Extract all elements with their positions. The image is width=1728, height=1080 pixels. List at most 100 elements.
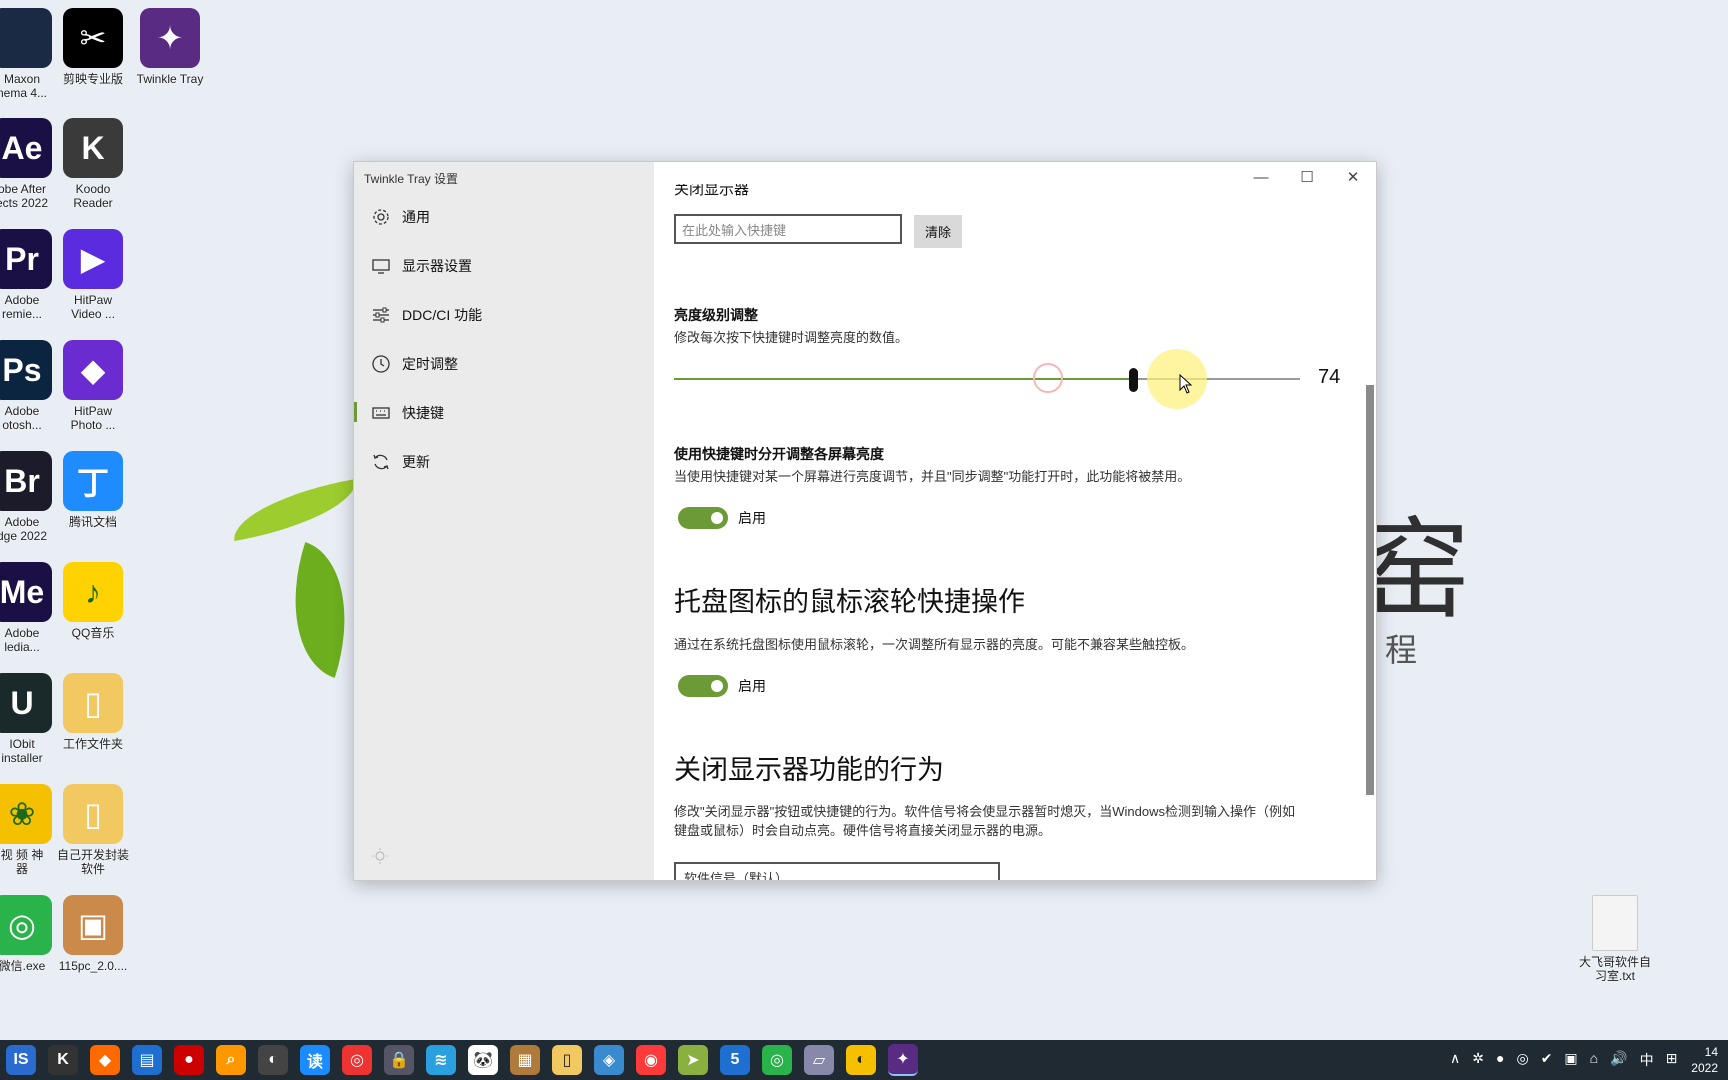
taskbar-app-icon[interactable]: ◆ (90, 1045, 120, 1075)
taskbar-app-icon[interactable]: ✦ (888, 1044, 918, 1076)
taskbar-app-icon[interactable]: ◐ (846, 1045, 876, 1075)
sidebar-item-label: 更新 (402, 453, 430, 470)
tray-icon[interactable]: 🔊 (1610, 1050, 1627, 1070)
separate-desc: 当使用快捷键对某一个屏幕进行亮度调节，并且"同步调整"功能打开时，此功能将被禁用… (674, 469, 1191, 484)
taskbar-app-icon[interactable]: ≋ (426, 1045, 456, 1075)
wallpaper-leaf (227, 479, 363, 541)
taskbar-app-icon[interactable]: K (48, 1045, 78, 1075)
tray-icon[interactable]: ▣ (1564, 1050, 1577, 1070)
taskbar-app-icon[interactable]: 🐼 (468, 1045, 498, 1075)
brightness-desc: 修改每次按下快捷键时调整亮度的数值。 (674, 330, 909, 345)
hotkey-input[interactable]: 在此处输入快捷键 (674, 214, 902, 244)
tray-icons: ∧ ✲ ● ◎ ✔ ▣ ⌂ 🔊 中 ⊞ (1444, 1050, 1683, 1070)
tray-icon[interactable]: ∧ (1450, 1050, 1460, 1070)
app-icon: ◆ (63, 340, 123, 400)
taskbar-app-icon[interactable]: ⌕ (216, 1045, 246, 1075)
app-icon: ▣ (63, 895, 123, 955)
app-icon: Br (0, 451, 52, 511)
taskbar-app-icon[interactable]: ▱ (804, 1045, 834, 1075)
app-icon: U (0, 673, 52, 733)
desktop-icon[interactable]: ▯ 自己开发封装 软件 (53, 784, 133, 876)
system-tray: ∧ ✲ ● ◎ ✔ ▣ ⌂ 🔊 中 ⊞ 14 2022 (1444, 1040, 1718, 1080)
refresh-icon (370, 451, 392, 473)
tray-toggle-row: 启用 (678, 675, 766, 697)
app-icon: ◎ (0, 895, 52, 955)
taskbar-app-icon[interactable]: ➤ (678, 1045, 708, 1075)
brightness-slider-thumb[interactable] (1129, 368, 1138, 392)
section-title-cut: 关闭显示器 (674, 184, 750, 198)
tray-desc: 通过在系统托盘图标使用鼠标滚轮，一次调整所有显示器的亮度。可能不兼容某些触控板。 (674, 637, 1195, 652)
taskbar-app-icon[interactable]: ▦ (510, 1045, 540, 1075)
tray-icon[interactable]: ⊞ (1666, 1050, 1678, 1070)
desktop-icon-label: 自己开发封装 软件 (56, 848, 129, 876)
tray-icon[interactable]: ● (1496, 1050, 1504, 1070)
desktop-icon-label: 115pc_2.0.... (58, 959, 128, 973)
taskbar-app-icon[interactable]: 5 (720, 1045, 750, 1075)
app-icon: ▶ (63, 229, 123, 289)
close-button[interactable]: ✕ (1330, 162, 1376, 192)
desktop-icon[interactable]: ◆ HitPaw Photo ... (53, 340, 133, 432)
taskbar-app-icon[interactable]: ◎ (342, 1045, 372, 1075)
sidebar-item-hotkeys[interactable]: 快捷键 (354, 388, 654, 437)
sidebar-item-schedule[interactable]: 定时调整 (354, 339, 654, 388)
desktop-icon-label: Twinkle Tray (136, 72, 204, 86)
sidebar-item-monitors[interactable]: 显示器设置 (354, 241, 654, 290)
tray-icon[interactable]: ✲ (1472, 1050, 1484, 1070)
settings-window: Twinkle Tray 设置 通用 显示器设置 DDC/CI 功能 定时调整 … (353, 161, 1377, 881)
app-icon: Ae (0, 118, 52, 178)
theme-toggle-icon[interactable] (372, 848, 388, 864)
clock[interactable]: 14 2022 (1691, 1044, 1718, 1076)
tray-toggle[interactable] (678, 675, 728, 697)
content-scrollbar[interactable] (1366, 385, 1374, 795)
desktop-icon[interactable]: ✂ 剪映专业版 (53, 8, 133, 86)
sidebar-item-label: DDC/CI 功能 (402, 306, 483, 323)
app-icon: Ps (0, 340, 52, 400)
desktop-icon[interactable]: ▯ 工作文件夹 (53, 673, 133, 751)
toggle-label: 启用 (738, 510, 766, 526)
desktop-icon[interactable]: 丁腾讯文档 (53, 451, 133, 529)
clock-icon (370, 353, 392, 375)
tray-icon[interactable]: ◎ (1516, 1050, 1528, 1070)
taskbar-app-icon[interactable]: ◉ (636, 1045, 666, 1075)
app-icon (1592, 895, 1638, 951)
taskbar-icons: IS K ◆ ▤ ● ⌕ ◐ 读 ◎ 🔒 ≋ 🐼 ▦ ▯ ◈ ◉ ➤ 5 ◎ ▱ ◐ ✦ (0, 1044, 924, 1076)
sidebar-item-general[interactable]: 通用 (354, 192, 654, 241)
turnoff-desc-line2: 键盘或鼠标）时会自动点亮。硬件信号将直接关闭显示器的电源。 (674, 823, 1052, 838)
desktop-icon-label: Koodo Reader (73, 182, 113, 210)
tray-icon[interactable]: ⌂ (1590, 1050, 1598, 1070)
desktop-icon-label: HitPaw Video ... (71, 293, 115, 321)
desktop-icon-label: 工作文件夹 (62, 737, 123, 751)
app-icon (0, 8, 52, 68)
sidebar: Twinkle Tray 设置 通用 显示器设置 DDC/CI 功能 定时调整 … (354, 162, 654, 880)
taskbar-app-icon[interactable]: ◎ (762, 1045, 792, 1075)
sidebar-item-updates[interactable]: 更新 (354, 437, 654, 486)
window-title: Twinkle Tray 设置 (364, 172, 459, 186)
taskbar-app-icon[interactable]: ▯ (552, 1045, 582, 1075)
taskbar-app-icon[interactable]: ◐ (258, 1045, 288, 1075)
taskbar-app-icon[interactable]: ◈ (594, 1045, 624, 1075)
separate-toggle[interactable] (678, 507, 728, 529)
taskbar-app-icon[interactable]: 🔒 (384, 1045, 414, 1075)
desktop-icon[interactable]: K Koodo Reader (53, 118, 133, 210)
desktop-icon[interactable]: ▶ HitPaw Video ... (53, 229, 133, 321)
desktop-icon[interactable]: ▣ 115pc_2.0.... (53, 895, 133, 973)
taskbar-app-icon[interactable]: ▤ (132, 1045, 162, 1075)
taskbar-app-icon[interactable]: ● (174, 1045, 204, 1075)
click-indicator (1033, 363, 1063, 393)
turnoff-method-select[interactable]: 软件信号（默认） (674, 862, 1000, 880)
separate-title: 使用快捷键时分开调整各屏幕亮度 (674, 446, 884, 462)
app-icon: ▯ (63, 784, 123, 844)
desktop-icon[interactable]: ♪ QQ音乐 (53, 562, 133, 640)
sidebar-item-ddcci[interactable]: DDC/CI 功能 (354, 290, 654, 339)
taskbar-app-icon[interactable]: 读 (300, 1045, 330, 1075)
tray-icon[interactable]: ✔ (1541, 1050, 1553, 1070)
tray-icon[interactable]: 中 (1640, 1050, 1654, 1070)
desktop-icon[interactable]: ✦ Twinkle Tray (130, 8, 210, 86)
taskbar: IS K ◆ ▤ ● ⌕ ◐ 读 ◎ 🔒 ≋ 🐼 ▦ ▯ ◈ ◉ ➤ 5 ◎ ▱ ◐ ✦ ∧ ✲ ● ◎ ✔ ▣ ⌂ 🔊 中 ⊞ 14 20… (0, 1040, 1728, 1080)
clear-button[interactable]: 清除 (914, 215, 962, 248)
taskbar-app-icon[interactable]: IS (6, 1045, 36, 1075)
sidebar-item-label: 通用 (402, 208, 430, 225)
desktop-icon[interactable]: 大飞哥软件自 习室.txt (1575, 895, 1655, 983)
brightness-value: 74 (1318, 366, 1341, 388)
sliders-icon (370, 304, 392, 326)
